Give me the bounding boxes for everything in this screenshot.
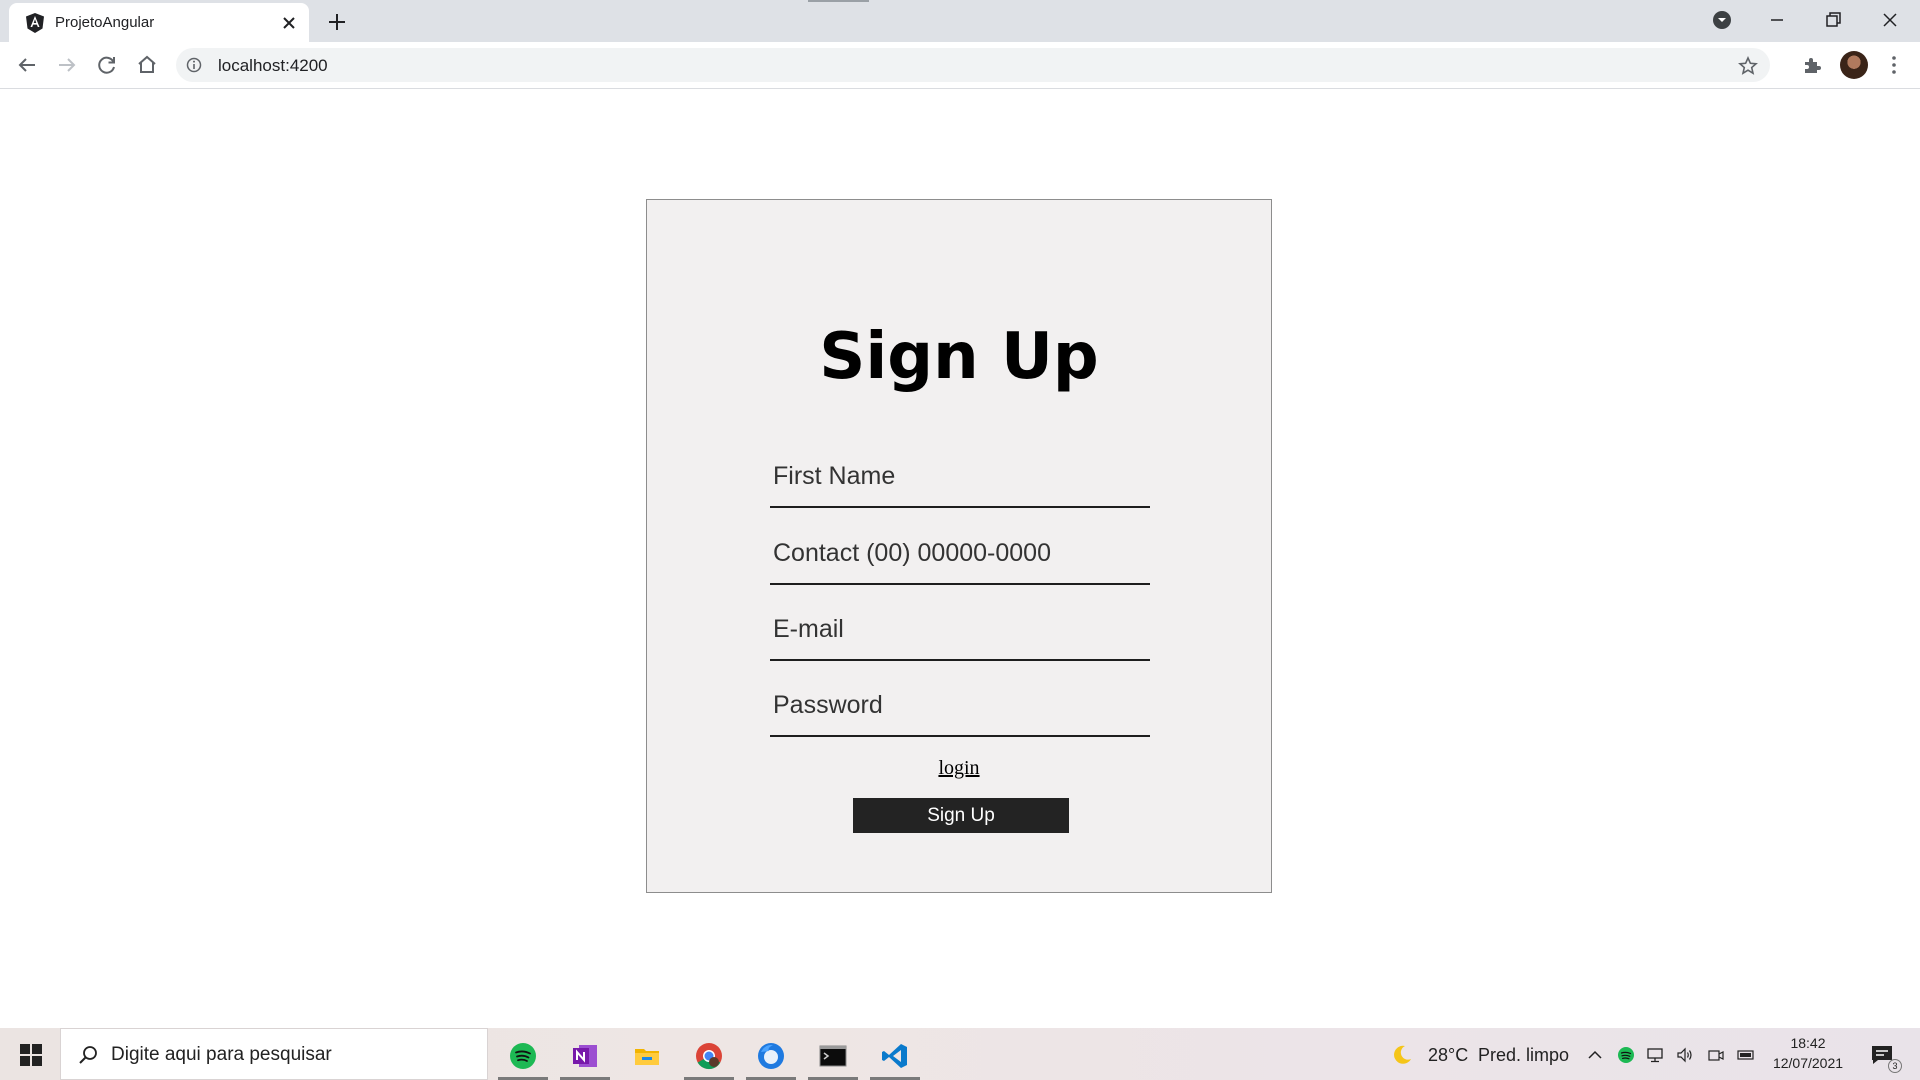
spotify-tray-icon[interactable] <box>1617 1046 1635 1064</box>
star-icon[interactable] <box>1738 56 1758 76</box>
volume-icon[interactable] <box>1676 1046 1694 1064</box>
first-name-input[interactable] <box>770 448 1150 504</box>
notification-count-badge: 3 <box>1888 1059 1902 1073</box>
forward-icon[interactable] <box>55 53 79 77</box>
info-icon[interactable] <box>186 57 202 73</box>
taskbar-app-firefox[interactable] <box>746 1036 796 1080</box>
email-field-wrapper <box>770 601 1150 661</box>
back-icon[interactable] <box>15 53 39 77</box>
clock-time: 18:42 <box>1790 1035 1826 1051</box>
url-text: localhost:4200 <box>218 56 328 75</box>
minimize-icon[interactable] <box>1765 8 1789 32</box>
taskbar-app-vscode[interactable] <box>870 1036 920 1080</box>
email-input[interactable] <box>770 601 1150 657</box>
browser-tab[interactable]: ProjetoAngular <box>9 3 309 42</box>
weather-description[interactable]: Pred. limpo <box>1478 1045 1569 1066</box>
taskbar-app-onenote[interactable] <box>560 1036 610 1080</box>
weather-moon-icon[interactable] <box>1391 1044 1413 1066</box>
vscode-icon <box>882 1044 907 1068</box>
tab-strip: ProjetoAngular <box>0 0 1920 42</box>
browser-toolbar: localhost:4200 <box>0 42 1920 89</box>
page-title: Sign Up <box>819 320 1099 394</box>
close-window-icon[interactable] <box>1878 8 1902 32</box>
network-icon[interactable] <box>1646 1046 1664 1064</box>
taskbar-search[interactable]: Digite aqui para pesquisar <box>60 1028 488 1080</box>
file-explorer-icon <box>635 1049 659 1065</box>
meet-now-icon[interactable] <box>1707 1046 1725 1064</box>
battery-icon[interactable] <box>1737 1046 1755 1064</box>
firefox-icon <box>758 1043 784 1069</box>
tab-strip-indicator <box>808 0 869 2</box>
chrome-icon <box>696 1043 722 1070</box>
weather-temperature[interactable]: 28°C <box>1428 1045 1468 1066</box>
password-input[interactable] <box>770 677 1150 733</box>
signup-card: Sign Up login Sign Up <box>646 199 1272 893</box>
contact-field-wrapper <box>770 525 1150 585</box>
first-name-field-wrapper <box>770 448 1150 508</box>
restore-icon[interactable] <box>1821 8 1845 32</box>
tab-title: ProjetoAngular <box>55 14 155 31</box>
login-link[interactable]: login <box>647 757 1271 780</box>
search-placeholder: Digite aqui para pesquisar <box>111 1044 332 1065</box>
address-bar[interactable]: localhost:4200 <box>176 48 1770 82</box>
extensions-icon[interactable] <box>1800 53 1824 77</box>
angular-icon <box>26 13 44 33</box>
taskbar-app-chrome[interactable] <box>684 1036 734 1080</box>
avatar[interactable] <box>1840 51 1868 79</box>
chevron-up-icon[interactable] <box>1586 1046 1604 1064</box>
spotify-icon <box>510 1043 536 1069</box>
search-icon <box>79 1046 97 1064</box>
signup-button[interactable]: Sign Up <box>853 798 1069 833</box>
taskbar-app-terminal[interactable] <box>808 1036 858 1080</box>
plus-icon[interactable] <box>326 11 348 33</box>
password-field-wrapper <box>770 677 1150 737</box>
windows-start-icon[interactable] <box>20 1044 42 1066</box>
terminal-icon <box>819 1045 847 1067</box>
taskbar-app-spotify[interactable] <box>498 1036 548 1080</box>
taskbar-clock[interactable]: 18:42 12/07/2021 <box>1768 1033 1848 1073</box>
tab-search-icon[interactable] <box>1710 8 1734 32</box>
taskbar: Digite aqui para pesquisar 28°C Pred. li… <box>0 1028 1920 1080</box>
menu-icon[interactable] <box>1882 53 1906 77</box>
close-icon[interactable] <box>281 15 297 31</box>
contact-input[interactable] <box>770 525 1150 581</box>
home-icon[interactable] <box>135 53 159 77</box>
clock-date: 12/07/2021 <box>1772 1055 1844 1071</box>
reload-icon[interactable] <box>95 53 119 77</box>
taskbar-app-file-explorer[interactable] <box>622 1036 672 1080</box>
onenote-icon <box>573 1045 597 1067</box>
